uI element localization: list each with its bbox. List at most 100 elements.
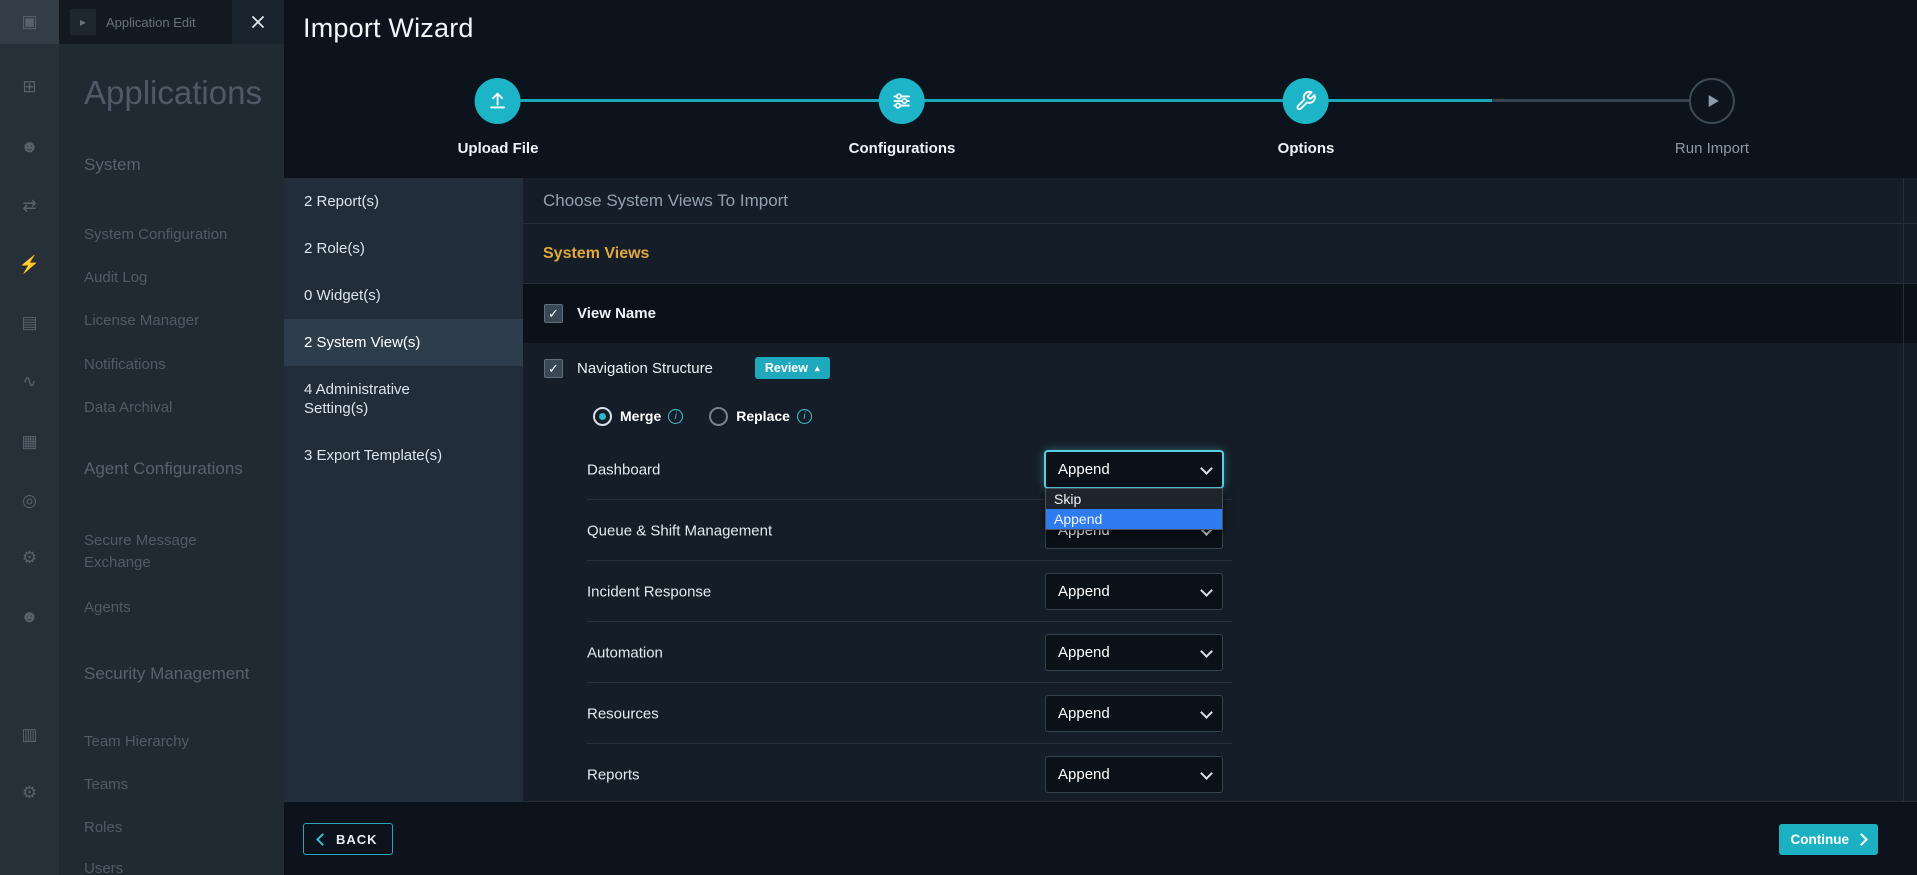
incident-response-select[interactable]: Append [1045, 573, 1223, 610]
step-options[interactable] [1282, 78, 1329, 124]
reports-row: Reports Append [523, 744, 1917, 801]
sidebar-item-system-configuration[interactable]: System Configuration [84, 226, 227, 243]
reports-icon[interactable]: ▥ [0, 725, 59, 745]
step-configurations[interactable] [879, 78, 925, 124]
category-reports[interactable]: 2 Report(s) [284, 178, 523, 225]
review-button[interactable]: Review ▴ [754, 357, 830, 379]
playbooks-icon[interactable]: ◎ [0, 491, 59, 511]
upload-icon [490, 92, 506, 109]
category-system-views[interactable]: 2 System View(s) [284, 319, 523, 366]
replace-info-icon[interactable]: i [796, 408, 812, 424]
resources-select[interactable]: Append [1045, 695, 1223, 732]
sliders-icon [893, 93, 911, 109]
page-title: Applications [84, 74, 262, 111]
tab-label: Application Edit [106, 14, 196, 30]
routing-icon[interactable]: ⇄ [0, 196, 59, 216]
content-area: Choose System Views To Import System Vie… [523, 178, 1917, 801]
chevron-down-icon [1200, 644, 1213, 658]
agents-icon[interactable]: ☻ [0, 607, 59, 627]
step-upload-file[interactable] [475, 78, 521, 124]
chevron-down-icon [1200, 461, 1213, 475]
replace-label: Replace [736, 408, 790, 424]
sidebar-item-users[interactable]: Users [84, 860, 123, 875]
step-label: Configurations [848, 140, 956, 157]
category-administrative-settings[interactable]: 4 Administrative Setting(s) [284, 366, 523, 432]
modal-title: Import Wizard [303, 13, 474, 43]
section-title: System Views [543, 244, 650, 262]
chevron-left-icon [316, 832, 329, 846]
reports-select[interactable]: Append [1045, 756, 1223, 793]
stepper: Upload File Configurations Options Run I… [284, 59, 1917, 178]
navigation-structure-label: Navigation Structure [577, 359, 713, 377]
step-run-import [1688, 78, 1735, 124]
tab-arrow-icon: ▸ [70, 9, 96, 35]
sidebar-item-notifications[interactable]: Notifications [84, 356, 166, 373]
dashboard-row: Dashboard Append Skip Append [523, 439, 1917, 530]
replace-radio[interactable] [709, 406, 729, 426]
back-button[interactable]: BACK [303, 823, 393, 855]
continue-button[interactable]: Continue [1778, 824, 1878, 855]
modal-body: 2 Report(s) 2 Role(s) 0 Widget(s) 2 Syst… [284, 178, 1917, 801]
step-label: Upload File [457, 140, 539, 157]
automation-select[interactable]: Append [1045, 634, 1223, 671]
modal-footer: BACK Continue [284, 801, 1917, 875]
sidebar-item-audit-log[interactable]: Audit Log [84, 269, 147, 286]
connectors-icon[interactable]: ⚙ [0, 548, 59, 568]
category-roles[interactable]: 2 Role(s) [284, 225, 523, 272]
view-mapping-rows: Dashboard Append Skip Append Queue & Shi… [523, 439, 1917, 801]
sidebar-item-agents[interactable]: Agents [84, 599, 131, 616]
sidebar-item-data-archival[interactable]: Data Archival [84, 399, 172, 416]
dashboard-select-menu: Skip Append [1045, 488, 1223, 530]
chevron-down-icon [1200, 766, 1213, 780]
close-icon [252, 16, 264, 28]
sidebar-item-team-hierarchy[interactable]: Team Hierarchy [84, 733, 189, 750]
app-logo-icon: ▣ [21, 12, 38, 31]
navigation-structure-checkbox[interactable]: ✓ [544, 358, 563, 378]
settings-icon[interactable]: ⚙ [0, 783, 59, 803]
close-button[interactable] [232, 0, 284, 44]
row-label: Dashboard [587, 461, 661, 478]
sidebar-item-teams[interactable]: Teams [84, 776, 128, 793]
merge-info-icon[interactable]: i [668, 408, 684, 424]
caret-up-icon: ▴ [815, 362, 820, 373]
step-label: Options [1277, 140, 1335, 157]
automation-row: Automation Append [523, 622, 1917, 683]
check-icon: ✓ [548, 306, 559, 321]
merge-radio[interactable] [593, 406, 612, 426]
category-export-templates[interactable]: 3 Export Template(s) [284, 432, 523, 479]
play-icon [1708, 95, 1719, 107]
sidebar-section-security-management: Security Management [84, 664, 250, 683]
check-icon: ✓ [548, 360, 559, 376]
users-icon[interactable]: ☻ [0, 137, 59, 157]
briefcase-icon[interactable]: ▤ [0, 313, 59, 333]
merge-label: Merge [620, 408, 662, 424]
automation-icon[interactable]: ⚡ [0, 255, 59, 275]
category-widgets[interactable]: 0 Widget(s) [284, 272, 523, 319]
analytics-icon[interactable]: ∿ [0, 372, 59, 392]
sidebar-item-license-manager[interactable]: License Manager [84, 312, 199, 329]
row-label: Resources [587, 705, 659, 722]
dashboard-select[interactable]: Append [1045, 451, 1223, 488]
category-list: 2 Report(s) 2 Role(s) 0 Widget(s) 2 Syst… [284, 178, 523, 801]
sidebar-item-secure-message-exchange[interactable]: Secure Message Exchange [84, 530, 244, 574]
sidebar-section-system: System [84, 155, 141, 174]
stepper-progress-line [498, 99, 1492, 102]
navigation-structure-row: ✓ Navigation Structure Review ▴ [523, 343, 1917, 393]
sidebar-section-agent-configurations: Agent Configurations [84, 459, 243, 478]
scrollbar[interactable] [1903, 178, 1904, 801]
chevron-right-icon [1855, 833, 1868, 846]
menu-option-append[interactable]: Append [1046, 509, 1222, 529]
section-row: System Views [523, 224, 1917, 284]
app-logo-button[interactable]: ▣ [0, 0, 59, 44]
view-name-label: View Name [577, 305, 656, 322]
view-name-checkbox[interactable]: ✓ [544, 304, 563, 323]
sidebar-item-roles[interactable]: Roles [84, 819, 122, 836]
dashboard-icon[interactable]: ⊞ [0, 77, 59, 97]
chevron-down-icon [1200, 705, 1213, 719]
modules-icon[interactable]: ▦ [0, 432, 59, 452]
row-label: Queue & Shift Management [587, 522, 773, 539]
content-title: Choose System Views To Import [543, 190, 789, 210]
row-label: Reports [587, 766, 640, 783]
content-header: Choose System Views To Import [523, 178, 1917, 224]
menu-option-skip[interactable]: Skip [1046, 489, 1222, 509]
